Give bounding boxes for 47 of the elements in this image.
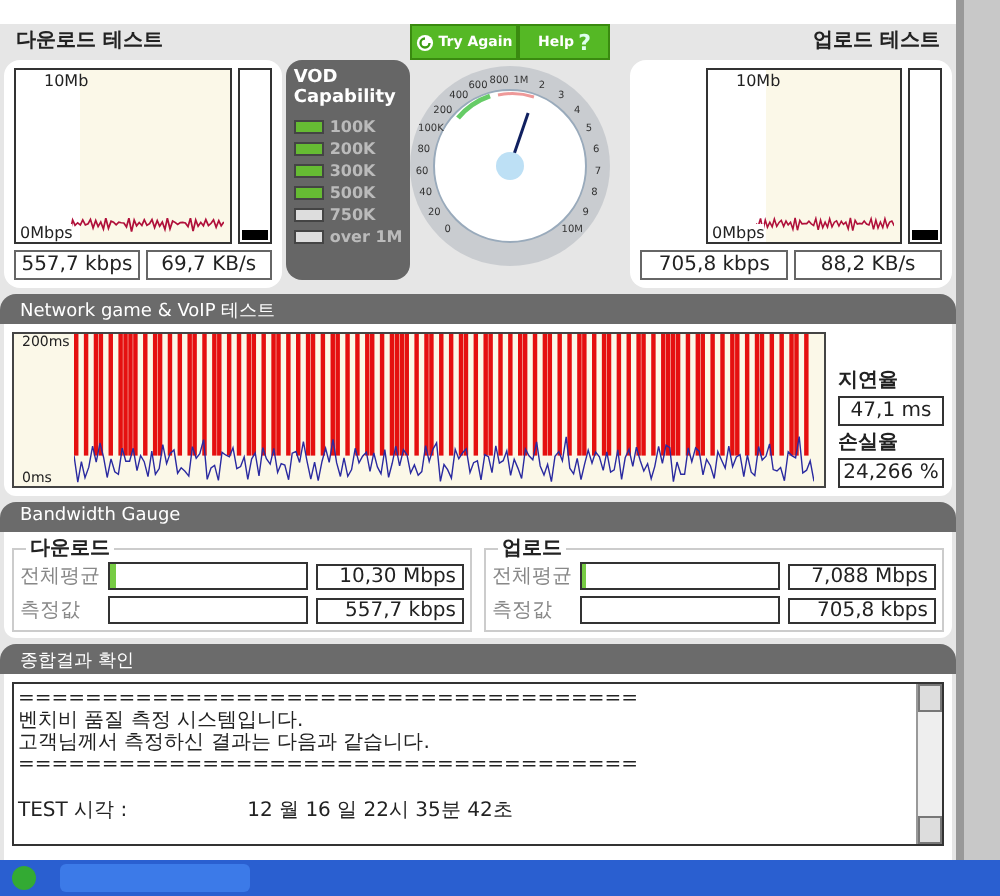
section-header: 종합결과 확인 [0, 644, 956, 674]
rate-value: 705,8 kbps [640, 250, 789, 280]
gauge-label: 측정값 [20, 598, 82, 624]
loss-value: 24,266 % [838, 458, 944, 488]
latency-value: 47,1 ms [838, 396, 944, 426]
vod-label: 200K [329, 140, 376, 158]
gauge-value: 557,7 kbps [316, 597, 464, 623]
throughput-value: 88,2 KB/s [794, 250, 942, 280]
help-icon: ? [578, 29, 591, 55]
section-header: Bandwidth Gauge [0, 502, 956, 532]
scrollbar[interactable] [956, 0, 1000, 860]
vod-label: over 1M [329, 228, 403, 246]
loss-label: 손실율 [838, 430, 900, 456]
start-icon[interactable] [12, 866, 36, 890]
axis-label: 0Mbps [20, 224, 73, 242]
result-line: ===================================== [18, 754, 641, 776]
gauge-value: 7,088 Mbps [788, 563, 936, 589]
result-line: 고객님께서 측정하신 결과는 다음과 같습니다. [18, 732, 432, 754]
vod-title: VOD Capability [293, 68, 398, 108]
test-time-label: TEST 시각 : [18, 800, 128, 822]
vod-label: 500K [329, 184, 376, 202]
latency-label: 지연율 [838, 368, 900, 394]
result-line: 벤치비 품질 측정 시스템입니다. [18, 710, 306, 732]
panel-title: 업로드 테스트 [811, 28, 942, 56]
vod-label: 300K [329, 162, 376, 180]
vod-label: 100K [329, 118, 376, 136]
throughput-value: 69,7 KB/s [145, 250, 272, 280]
refresh-icon [416, 33, 435, 51]
axis-label: 0Mbps [712, 224, 765, 242]
axis-label: 10Mb [44, 72, 89, 90]
test-time-value: 12 월 16 일 22시 35분 42초 [247, 800, 513, 822]
rate-value: 557,7 kbps [14, 250, 140, 280]
result-line: ===================================== [18, 688, 641, 710]
section-header: Network game & VoIP 테스트 [0, 294, 956, 324]
peak-arc [498, 92, 535, 99]
group-title: 다운로드 [26, 534, 114, 562]
scrollbar[interactable] [916, 684, 942, 844]
group-title: 업로드 [498, 534, 566, 562]
gauge-label: 전체평균 [492, 564, 572, 590]
axis-label: 10Mb [736, 72, 781, 90]
panel-title: 다운로드 테스트 [14, 28, 165, 56]
results-text-area[interactable]: ===================================== 벤치비 품질 측정 시스템입니다. 고객님께서 측정하신 결과는 다음과 같습니다. ===================================== TEST 시각 : 12 월 16 일 22시 35분 42초 [12, 682, 944, 846]
vod-label: 750K [329, 206, 376, 224]
gauge-value: 705,8 kbps [788, 597, 936, 623]
gauge-value: 10,30 Mbps [316, 563, 464, 589]
gauge-label: 전체평균 [20, 564, 100, 590]
gauge-label: 측정값 [492, 598, 554, 624]
